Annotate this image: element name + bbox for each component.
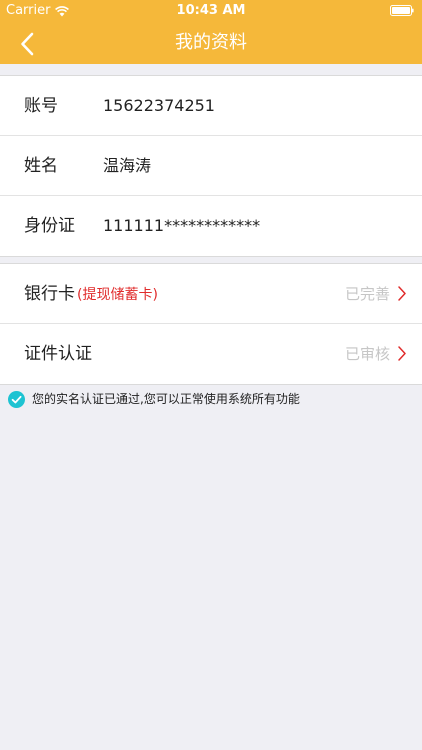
- bank-card-row[interactable]: 银行卡 (提现储蓄卡) 已完善: [0, 264, 422, 323]
- account-value: 15622374251: [103, 96, 215, 115]
- certificate-label: 证件认证: [24, 344, 92, 364]
- bank-card-status: 已完善: [344, 285, 390, 303]
- name-value: 温海涛: [103, 156, 152, 175]
- check-circle-icon: [8, 391, 25, 408]
- id-card-label: 身份证: [24, 216, 75, 236]
- account-row: 账号 15622374251: [0, 76, 422, 135]
- account-label: 账号: [24, 96, 58, 116]
- verification-notice: 您的实名认证已通过,您可以正常使用系统所有功能: [8, 391, 300, 408]
- id-card-row: 身份证 111111************: [0, 195, 422, 255]
- status-bar: Carrier 10:43 AM: [0, 0, 422, 22]
- bank-card-hint: (提现储蓄卡): [77, 287, 158, 303]
- name-label: 姓名: [24, 156, 58, 176]
- chevron-right-icon: [398, 286, 406, 301]
- header: Carrier 10:43 AM 我的资料: [0, 0, 422, 64]
- bank-card-label-group: 银行卡 (提现储蓄卡): [24, 282, 158, 307]
- verification-group: 银行卡 (提现储蓄卡) 已完善 证件认证 已审核: [0, 263, 422, 385]
- profile-info-group: 账号 15622374251 姓名 温海涛 身份证 111111********…: [0, 75, 422, 257]
- notice-text: 您的实名认证已通过,您可以正常使用系统所有功能: [32, 392, 300, 406]
- page-title: 我的资料: [175, 32, 247, 53]
- battery-icon: [390, 5, 414, 16]
- chevron-right-icon: [398, 346, 406, 361]
- name-row: 姓名 温海涛: [0, 135, 422, 195]
- certificate-status: 已审核: [344, 345, 390, 363]
- bank-card-label: 银行卡: [24, 284, 75, 304]
- nav-bar: 我的资料: [0, 22, 422, 64]
- id-card-value: 111111************: [103, 216, 261, 235]
- certificate-row[interactable]: 证件认证 已审核: [0, 323, 422, 383]
- status-time: 10:43 AM: [176, 3, 246, 18]
